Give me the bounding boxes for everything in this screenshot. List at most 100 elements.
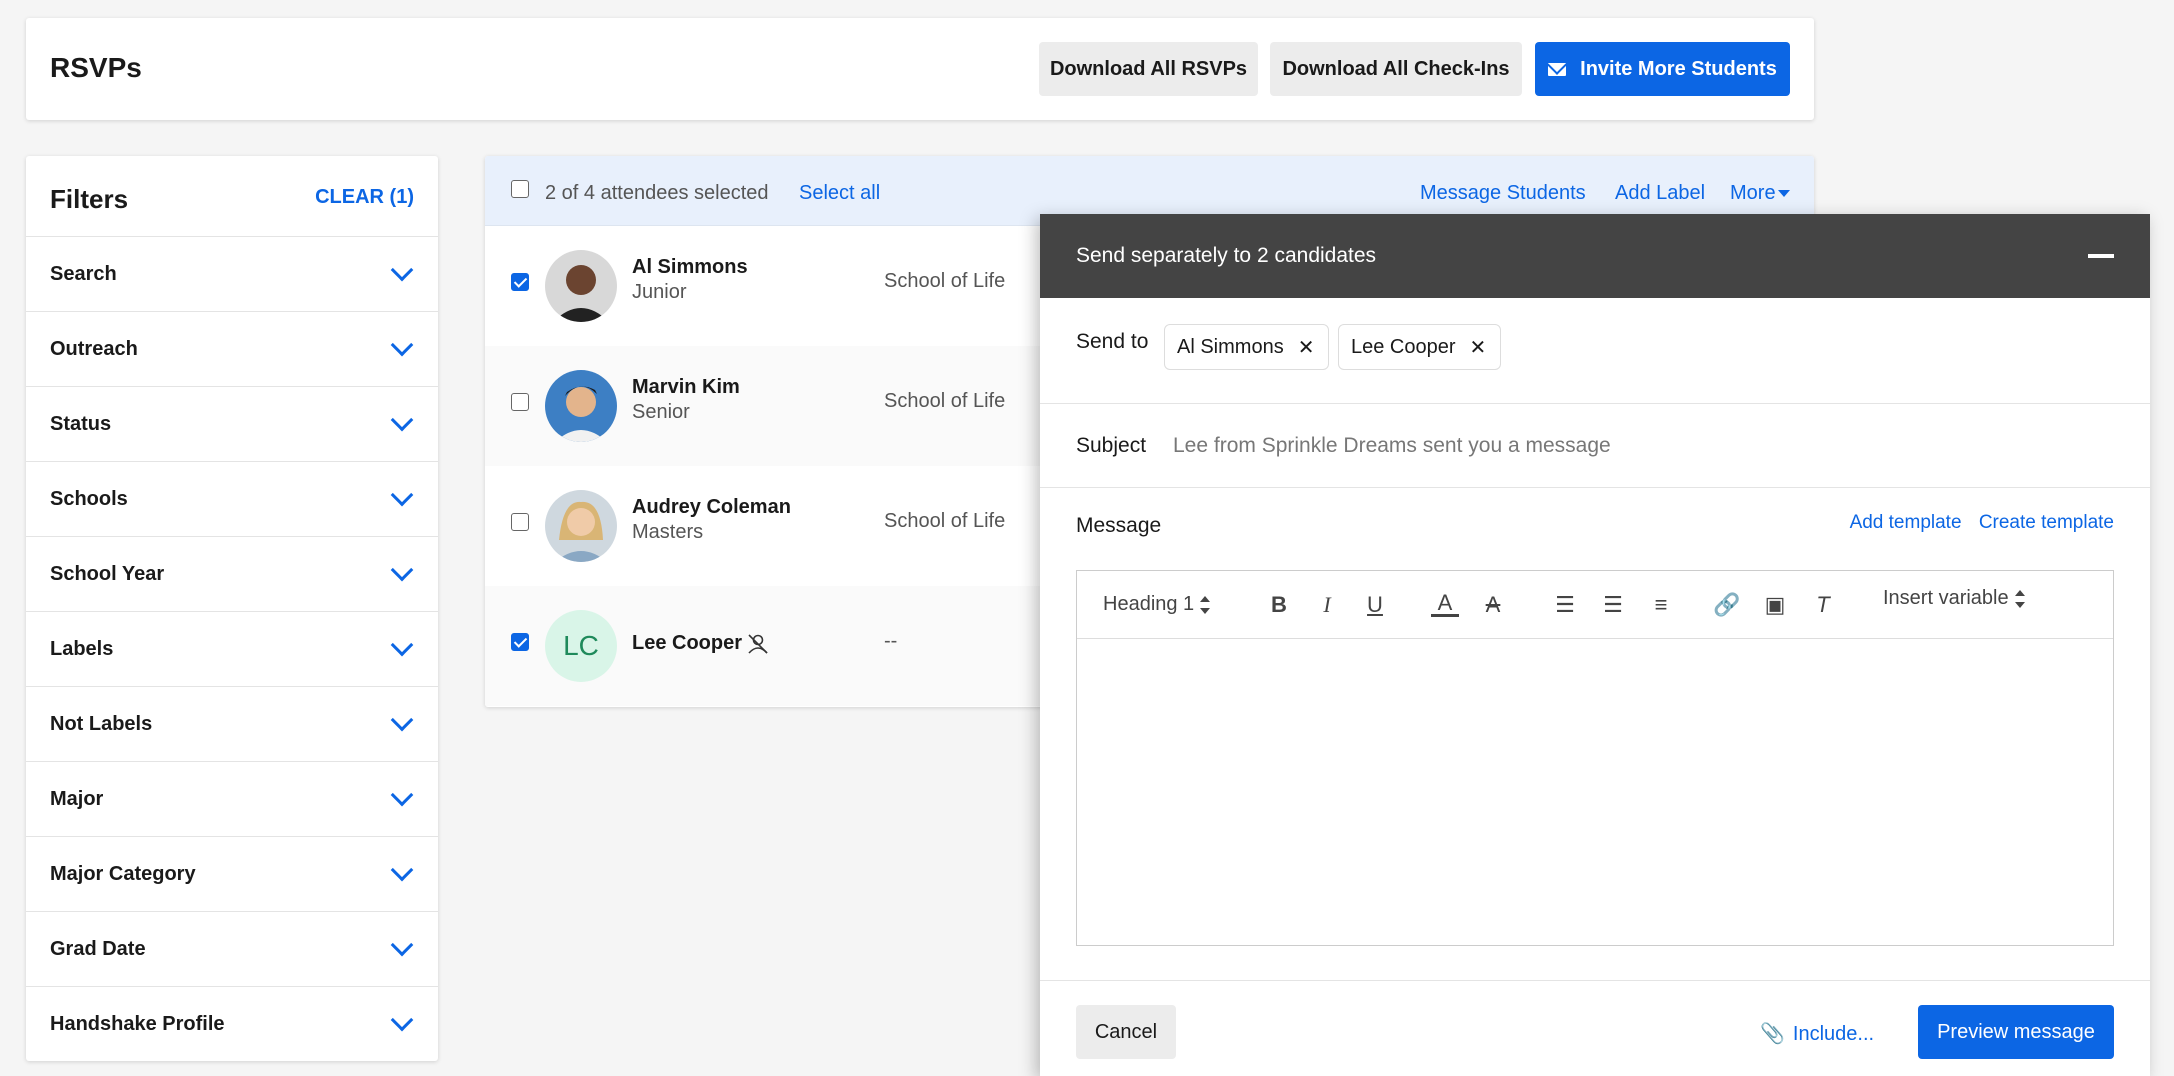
chevron-down-icon [390,708,414,732]
attendee-year: Masters [632,521,704,543]
chevron-down-icon [390,483,414,507]
minimize-icon[interactable] [2088,254,2114,258]
row-checkbox[interactable] [511,393,529,411]
filter-school-year[interactable]: School Year [26,536,438,611]
chevron-down-icon [390,633,414,657]
avatar: LC [545,610,617,682]
page-title: RSVPs [50,52,142,83]
avatar [545,490,617,562]
composer-header: Send separately to 2 candidates [1040,214,2150,298]
chevron-down-icon [390,333,414,357]
filter-status[interactable]: Status [26,386,438,461]
recipient-chip: Al Simmons ✕ [1164,324,1330,370]
filter-list: Search Outreach Status Schools School Ye… [26,236,438,1061]
user-hidden-icon [747,634,768,654]
recipient-chip: Lee Cooper ✕ [1338,324,1502,370]
filter-search[interactable]: Search [26,236,438,311]
filter-outreach[interactable]: Outreach [26,311,438,386]
select-all-link[interactable]: Select all [799,182,880,205]
chevron-down-icon [390,933,414,957]
download-checkins-button[interactable]: Download All Check-Ins [1270,42,1522,96]
attendee-year: Junior [632,281,687,303]
clear-filters-link[interactable]: CLEAR (1) [315,186,414,209]
message-students-link[interactable]: Message Students [1420,182,1586,205]
filter-handshake-profile[interactable]: Handshake Profile [26,986,438,1061]
filters-title: Filters [50,184,129,214]
chevron-down-icon [390,1008,414,1032]
selected-count: 2 of 4 attendees selected [545,182,769,204]
chevron-down-icon [390,858,414,882]
attendee-name[interactable]: Al Simmons [632,256,748,279]
bold-icon[interactable]: B [1265,591,1293,619]
avatar [545,250,617,322]
highlight-icon[interactable]: A [1479,591,1507,619]
filter-schools[interactable]: Schools [26,461,438,536]
message-section: Message Add template Create template Hea… [1040,488,2150,982]
download-rsvps-button[interactable]: Download All RSVPs [1039,42,1258,96]
message-body-input[interactable] [1077,639,2113,945]
row-checkbox[interactable] [511,273,529,291]
row-checkbox[interactable] [511,633,529,651]
filter-grad-date[interactable]: Grad Date [26,911,438,986]
heading-select[interactable]: Heading 1 [1103,593,1211,616]
insert-variable-select[interactable]: Insert variable [1883,587,2025,610]
cancel-button[interactable]: Cancel [1076,1005,1176,1059]
avatar [545,370,617,442]
template-links: Add template Create template [1838,512,2114,534]
text-color-icon[interactable]: A [1431,590,1459,617]
image-icon[interactable]: ▣ [1761,591,1789,619]
add-label-link[interactable]: Add Label [1615,182,1705,205]
chevron-down-icon [390,558,414,582]
filters-panel: Filters CLEAR (1) Search Outreach Status… [26,156,438,1061]
filter-major-category[interactable]: Major Category [26,836,438,911]
attendee-year: Senior [632,401,690,423]
attendee-name[interactable]: Audrey Coleman [632,496,791,519]
close-icon[interactable]: ✕ [1470,335,1487,360]
message-label: Message [1076,514,1162,537]
attendee-school: -- [884,630,898,652]
message-editor: Heading 1 B I U A A ☰ ☰ ≡ 🔗 ▣ T Insert v… [1076,570,2114,946]
mail-icon [1548,62,1567,76]
underline-icon[interactable]: U [1361,591,1389,619]
caret-down-icon [1777,190,1790,198]
attendee-name[interactable]: Lee Cooper [632,632,770,655]
chevron-down-icon [390,408,414,432]
subject-label: Subject [1076,434,1147,457]
chevron-down-icon [390,258,414,282]
sort-arrows-icon [2014,589,2025,608]
align-left-icon[interactable]: ≡ [1647,591,1675,619]
close-icon[interactable]: ✕ [1298,335,1315,360]
filter-not-labels[interactable]: Not Labels [26,686,438,761]
link-icon[interactable]: 🔗 [1713,591,1741,619]
preview-message-button[interactable]: Preview message [1918,1005,2114,1059]
invite-students-button[interactable]: Invite More Students [1535,42,1790,96]
editor-toolbar: Heading 1 B I U A A ☰ ☰ ≡ 🔗 ▣ T Insert v… [1077,571,2113,639]
message-composer: Send separately to 2 candidates Send to … [1040,214,2150,1076]
subject-row: Subject Lee from Sprinkle Dreams sent yo… [1040,404,2150,488]
italic-icon[interactable]: I [1313,591,1341,619]
send-to-row: Send to Al Simmons ✕ Lee Cooper ✕ [1040,298,2150,404]
subject-input[interactable]: Lee from Sprinkle Dreams sent you a mess… [1173,434,1611,458]
composer-footer: Cancel 📎 Include... Preview message [1040,980,2150,1076]
filter-major[interactable]: Major [26,761,438,836]
create-template-link[interactable]: Create template [1979,512,2114,533]
composer-title: Send separately to 2 candidates [1076,244,1377,267]
clear-format-icon[interactable]: T [1809,591,1837,619]
more-menu[interactable]: More [1730,182,1790,205]
page-header: RSVPs Download All RSVPs Download All Ch… [26,18,1814,120]
send-to-label: Send to [1076,330,1149,353]
filter-labels[interactable]: Labels [26,611,438,686]
attendee-school: School of Life [884,390,1006,412]
paperclip-icon: 📎 [1760,1023,1785,1045]
sort-arrows-icon [1200,595,1211,614]
bullet-list-icon[interactable]: ☰ [1599,591,1627,619]
numbered-list-icon[interactable]: ☰ [1551,591,1579,619]
attendee-name[interactable]: Marvin Kim [632,376,740,399]
attendee-school: School of Life [884,270,1006,292]
include-attachment-button[interactable]: 📎 Include... [1760,1021,1874,1046]
select-all-checkbox[interactable] [511,180,529,198]
row-checkbox[interactable] [511,513,529,531]
add-template-link[interactable]: Add template [1850,512,1962,533]
chevron-down-icon [390,783,414,807]
attendee-school: School of Life [884,510,1006,532]
